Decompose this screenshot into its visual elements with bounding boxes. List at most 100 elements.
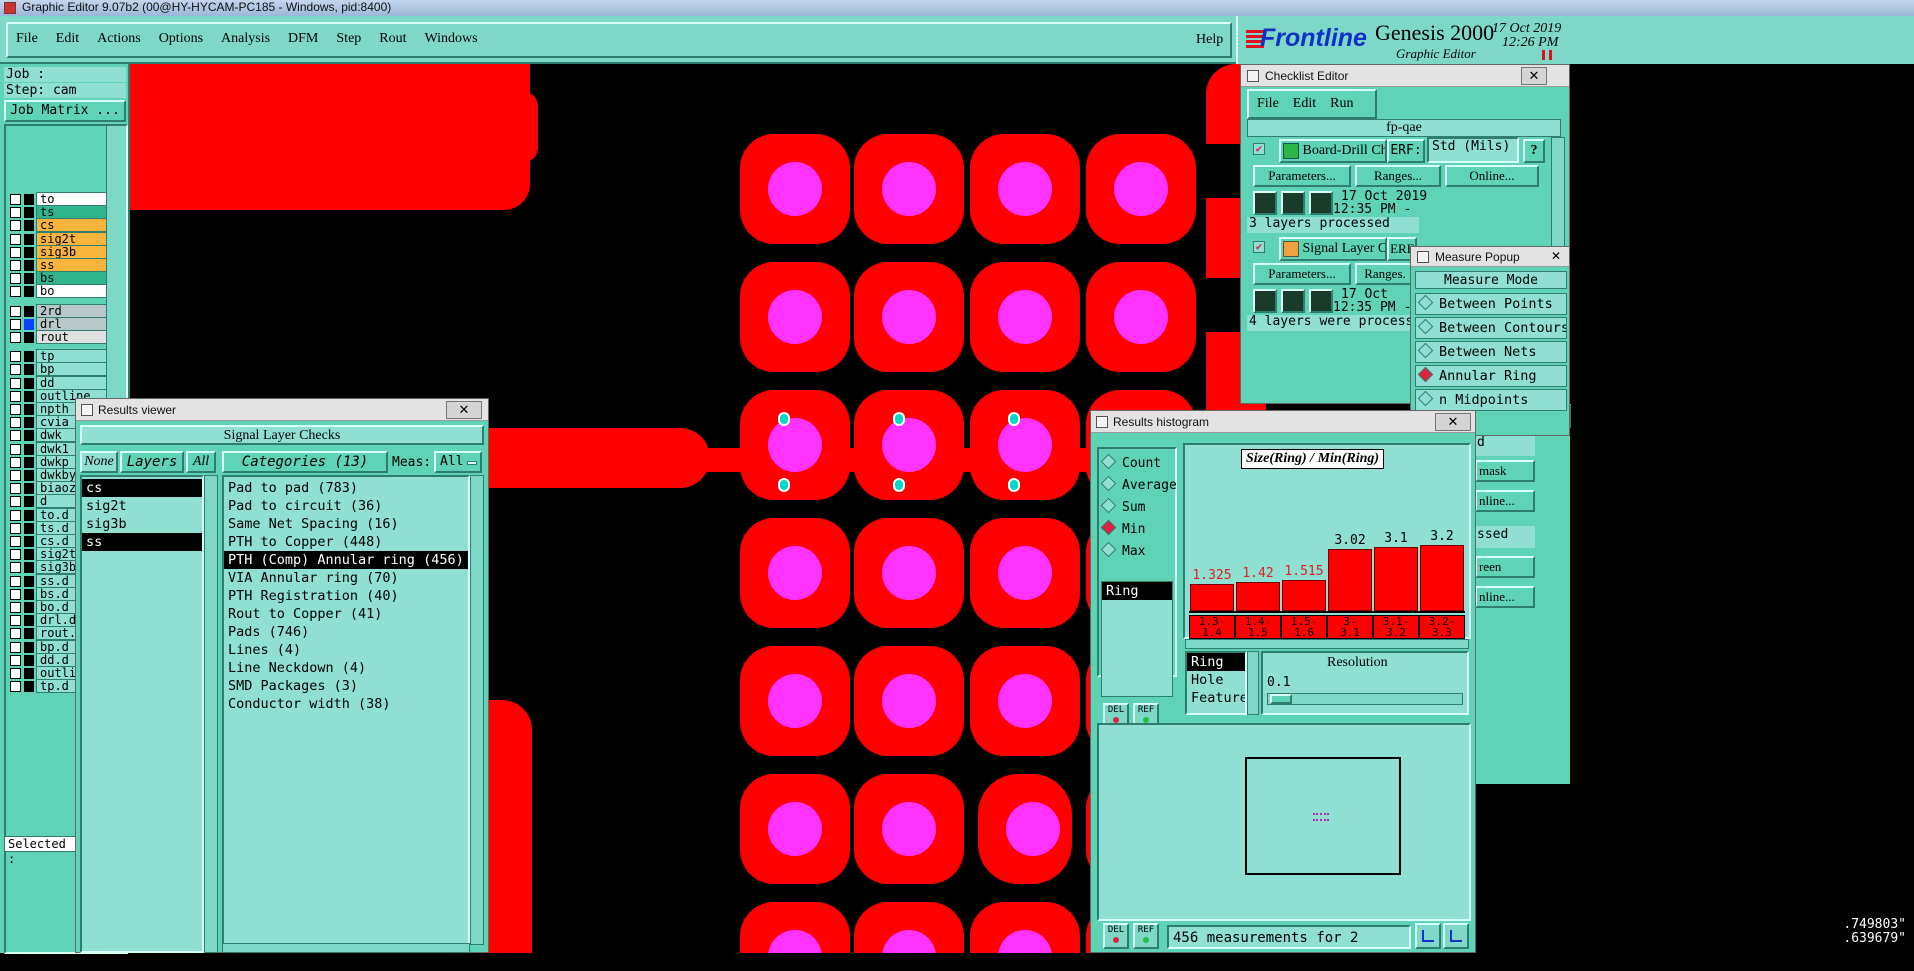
pad[interactable] — [1086, 134, 1196, 244]
measure-mode-item[interactable]: Annular Ring — [1415, 365, 1567, 387]
pad[interactable] — [970, 902, 1080, 953]
layer-row[interactable]: sig3b — [8, 244, 108, 259]
menu-windows[interactable]: Windows — [425, 31, 478, 47]
check2-ranges-button[interactable]: Ranges. — [1355, 263, 1415, 285]
layer-checkbox[interactable] — [10, 417, 21, 429]
checklist-partial-item[interactable]: nline... — [1475, 490, 1535, 512]
run-icon[interactable] — [1309, 191, 1333, 215]
category-item[interactable]: Lines (4) — [224, 641, 468, 659]
checklist-partial-item[interactable]: mask — [1475, 460, 1535, 482]
check2-enable-checkbox[interactable]: ✔ — [1253, 241, 1265, 253]
category-item[interactable]: Pad to pad (783) — [224, 479, 468, 497]
check1-erf-value[interactable]: Std (Mils) — [1427, 137, 1519, 163]
pad[interactable] — [854, 390, 964, 500]
pad[interactable] — [970, 646, 1080, 756]
layer-checkbox[interactable] — [10, 286, 21, 298]
layer-row[interactable]: bo — [8, 284, 108, 299]
menu-file[interactable]: File — [16, 31, 38, 47]
histogram-bar[interactable] — [1328, 549, 1372, 611]
layer-row[interactable]: sig2t — [8, 231, 108, 246]
none-button[interactable]: None — [80, 451, 118, 473]
pad[interactable] — [854, 134, 964, 244]
histogram-graph-icon[interactable] — [1415, 923, 1441, 949]
menu-edit[interactable]: Edit — [56, 31, 79, 47]
layer-checkbox[interactable] — [10, 562, 21, 574]
pad[interactable] — [854, 902, 964, 953]
checklist-partial-item[interactable]: nline... — [1475, 586, 1535, 608]
measure-marker-icon[interactable] — [778, 478, 790, 492]
pad[interactable] — [854, 646, 964, 756]
help-menu[interactable]: Help — [1196, 32, 1223, 48]
menu-dfm[interactable]: DFM — [288, 31, 318, 47]
layer-checkbox[interactable] — [10, 220, 21, 232]
kind-item[interactable]: Hole — [1187, 671, 1245, 689]
menu-options[interactable]: Options — [159, 31, 203, 47]
histogram-bar[interactable] — [1190, 584, 1234, 611]
layer-row[interactable]: to — [8, 192, 108, 206]
measure-mode-item[interactable]: Between Points — [1415, 293, 1567, 315]
measure-marker-icon[interactable] — [1008, 412, 1020, 426]
run-icon[interactable] — [1281, 191, 1305, 215]
job-matrix-button[interactable]: Job Matrix ... — [4, 100, 126, 122]
meas-select[interactable]: All — [434, 451, 482, 473]
pad[interactable] — [740, 518, 850, 628]
layer-checkbox[interactable] — [10, 628, 21, 640]
pad[interactable] — [854, 262, 964, 372]
layer-checkbox[interactable] — [10, 470, 21, 481]
layer-results-scrollbar[interactable] — [204, 475, 218, 953]
category-hscrollbar[interactable] — [222, 943, 470, 953]
check1-name-button[interactable]: Board-Drill Che — [1279, 139, 1387, 163]
kind-item[interactable]: Ring — [1187, 653, 1245, 671]
layer-checkbox[interactable] — [10, 260, 21, 271]
layer-checkbox[interactable] — [10, 194, 21, 205]
layer-checkbox[interactable] — [10, 536, 21, 547]
layer-row[interactable]: ts — [8, 205, 108, 220]
layer-checkbox[interactable] — [10, 522, 21, 534]
del-button[interactable]: DEL — [1103, 923, 1129, 949]
histogram-close-button[interactable]: ✕ — [1435, 413, 1471, 431]
menu-rout[interactable]: Rout — [379, 31, 406, 47]
category-item[interactable]: SMD Packages (3) — [224, 677, 468, 695]
histogram-bar[interactable] — [1420, 545, 1464, 611]
layer-checkbox[interactable] — [10, 575, 21, 587]
checklist-menu-file[interactable]: File — [1257, 96, 1279, 112]
layer-checkbox[interactable] — [10, 305, 21, 317]
layer-result-item[interactable]: cs — [82, 479, 202, 497]
pad[interactable] — [854, 518, 964, 628]
check1-parameters-button[interactable]: Parameters... — [1253, 165, 1351, 187]
category-item[interactable]: Line Neckdown (4) — [224, 659, 468, 677]
layer-row[interactable]: bp — [8, 362, 108, 377]
layer-checkbox[interactable] — [10, 641, 21, 653]
results-viewer-close-button[interactable]: ✕ — [446, 401, 482, 419]
category-item[interactable]: VIA Annular ring (70) — [224, 569, 468, 587]
category-item[interactable]: Rout to Copper (41) — [224, 605, 468, 623]
layer-checkbox[interactable] — [10, 668, 21, 679]
pad[interactable] — [740, 262, 850, 372]
category-item[interactable]: PTH to Copper (448) — [224, 533, 468, 551]
pad[interactable] — [970, 262, 1080, 372]
layer-checkbox[interactable] — [10, 588, 21, 600]
pad[interactable] — [1086, 262, 1196, 372]
all-button[interactable]: All — [186, 451, 216, 473]
histogram-option[interactable]: Average — [1099, 475, 1177, 497]
check1-erf-button[interactable]: ERF: — [1387, 139, 1425, 163]
pad[interactable] — [740, 774, 850, 884]
histogram-option[interactable]: Sum — [1099, 497, 1175, 519]
pad[interactable] — [740, 390, 850, 500]
category-scrollbar[interactable] — [470, 475, 484, 945]
layer-checkbox[interactable] — [10, 681, 21, 693]
measure-mode-item[interactable]: Between Nets — [1415, 341, 1567, 363]
histogram-preview-board[interactable] — [1245, 757, 1401, 875]
run-icon[interactable] — [1253, 191, 1277, 215]
histogram-field-list[interactable]: Ring — [1101, 581, 1173, 697]
check2-parameters-button[interactable]: Parameters... — [1253, 263, 1351, 285]
pad[interactable] — [740, 646, 850, 756]
kind-item[interactable]: Feature — [1187, 689, 1245, 707]
checklist-partial-item[interactable]: reen — [1475, 556, 1535, 578]
check1-ranges-button[interactable]: Ranges... — [1355, 165, 1441, 187]
category-item[interactable]: Conductor width (38) — [224, 695, 468, 713]
category-item[interactable]: Pad to circuit (36) — [224, 497, 468, 515]
kind-scrollbar[interactable] — [1247, 651, 1259, 715]
layer-checkbox[interactable] — [10, 443, 21, 455]
layer-row[interactable]: tp — [8, 349, 108, 364]
